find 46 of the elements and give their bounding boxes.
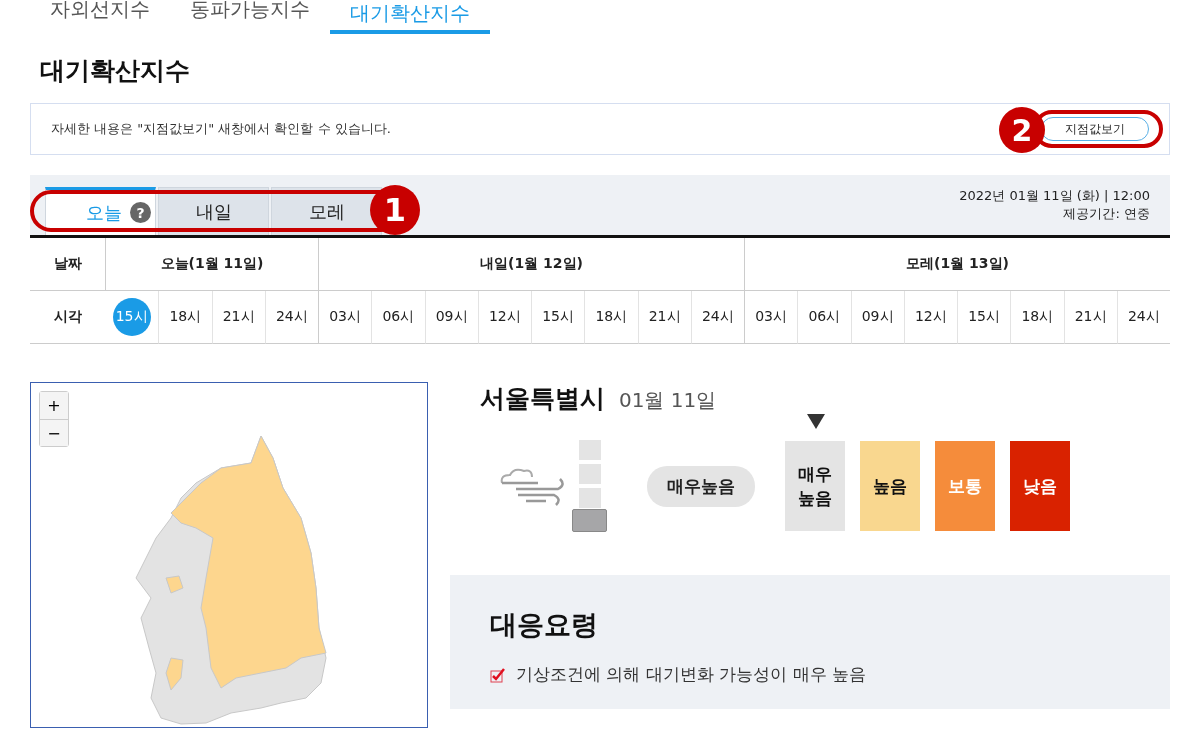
region-date: 01월 11일	[619, 387, 717, 414]
region-name: 서울특별시	[480, 383, 605, 415]
response-title: 대응요령	[490, 608, 599, 642]
time-cell[interactable]: 18시	[584, 291, 638, 344]
time-cell[interactable]: 18시	[158, 291, 212, 344]
day-tab-label: 모레	[308, 199, 345, 224]
issued-time: 2022년 01월 11일 (화) | 12:00	[959, 187, 1150, 205]
row-header: 시각	[30, 291, 105, 344]
page-title: 대기확산지수	[40, 55, 190, 87]
time-cell[interactable]: 12시	[477, 291, 531, 344]
time-cell[interactable]: 15시	[957, 291, 1011, 344]
time-cell[interactable]: 06시	[797, 291, 851, 344]
grade-label: 매우높음	[647, 465, 755, 507]
time-cell[interactable]: 06시	[371, 291, 425, 344]
legend-item: 높음	[860, 441, 920, 531]
zoom-out-button[interactable]: −	[40, 419, 68, 446]
day-tab-label: 내일	[195, 199, 232, 224]
row-header: 날짜	[30, 238, 105, 291]
time-cell[interactable]: 09시	[424, 291, 478, 344]
time-cell[interactable]: 24시	[690, 291, 744, 344]
time-cell[interactable]: 09시	[850, 291, 904, 344]
day-header: 오늘(1월 11일)	[105, 238, 318, 291]
category-tab[interactable]: 자외선지수	[30, 0, 170, 30]
time-cell[interactable]: 21시	[1063, 291, 1117, 344]
time-cell[interactable]: 15시	[531, 291, 585, 344]
time-cell[interactable]: 03시	[744, 291, 798, 344]
legend-item: 보통	[935, 441, 995, 531]
day-tab-label: 오늘	[86, 200, 122, 225]
callout-badge: 2	[999, 107, 1045, 153]
time-cell[interactable]: 21시	[637, 291, 691, 344]
time-cell[interactable]: 18시	[1010, 291, 1064, 344]
help-icon[interactable]: ?	[130, 202, 151, 223]
point-value-button[interactable]: 지점값보기	[1041, 117, 1149, 141]
time-cell[interactable]: 24시	[264, 291, 318, 344]
day-header: 내일(1월 12일)	[318, 238, 744, 291]
category-tab[interactable]: 동파가능지수	[170, 0, 330, 30]
time-cell[interactable]: 21시	[211, 291, 265, 344]
response-text: 기상조건에 의해 대기변화 가능성이 매우 높음	[516, 663, 867, 686]
time-cell[interactable]: 03시	[318, 291, 372, 344]
provide-period: 제공기간: 연중	[1063, 205, 1150, 223]
time-cell[interactable]: 24시	[1116, 291, 1170, 344]
legend-item: 낮음	[1010, 441, 1070, 531]
time-cell[interactable]: 12시	[903, 291, 957, 344]
notice-text: 자세한 내용은 "지점값보기" 새창에서 확인할 수 있습니다.	[51, 120, 391, 138]
day-header: 모레(1월 13일)	[744, 238, 1170, 291]
callout-badge: 1	[370, 185, 420, 235]
